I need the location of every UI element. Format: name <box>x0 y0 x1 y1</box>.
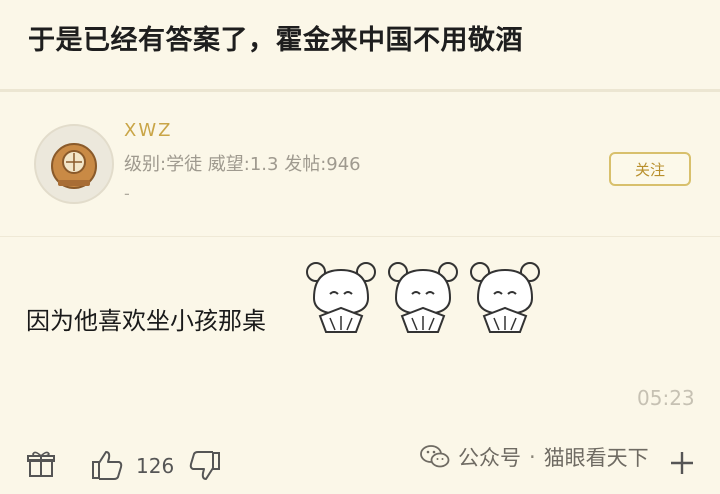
header-divider <box>0 89 720 92</box>
like-count: 126 <box>136 454 175 478</box>
wechat-icon <box>420 445 450 468</box>
content-divider <box>0 236 720 237</box>
watermark: 公众号 · 猫眼看天下 <box>420 442 649 472</box>
post-content: 因为他喜欢坐小孩那桌 <box>26 307 266 335</box>
anime-girl-sticker <box>470 262 540 333</box>
thumbs-down-icon[interactable] <box>188 450 222 482</box>
gift-icon[interactable] <box>26 449 56 479</box>
thumbs-up-icon[interactable] <box>90 449 124 481</box>
author-stats: 级别:学徒 威望:1.3 发帖:946 <box>124 154 361 175</box>
watermark-source: 公众号 <box>458 446 521 470</box>
watermark-name: 猫眼看天下 <box>543 446 649 470</box>
plus-icon[interactable] <box>668 449 696 477</box>
avatar[interactable] <box>34 124 114 204</box>
author-username[interactable]: XWZ <box>124 120 172 141</box>
anime-girl-sticker <box>306 262 376 333</box>
helmet-avatar-icon <box>51 143 97 189</box>
watermark-separator: · <box>529 445 536 469</box>
author-extra: - <box>124 184 130 203</box>
follow-button[interactable]: 关注 <box>609 152 691 186</box>
post-time: 05:23 <box>637 386 695 410</box>
anime-girl-sticker <box>388 262 458 333</box>
post-title: 于是已经有答案了，霍金来中国不用敬酒 <box>28 25 523 56</box>
sticker-group <box>302 258 544 336</box>
